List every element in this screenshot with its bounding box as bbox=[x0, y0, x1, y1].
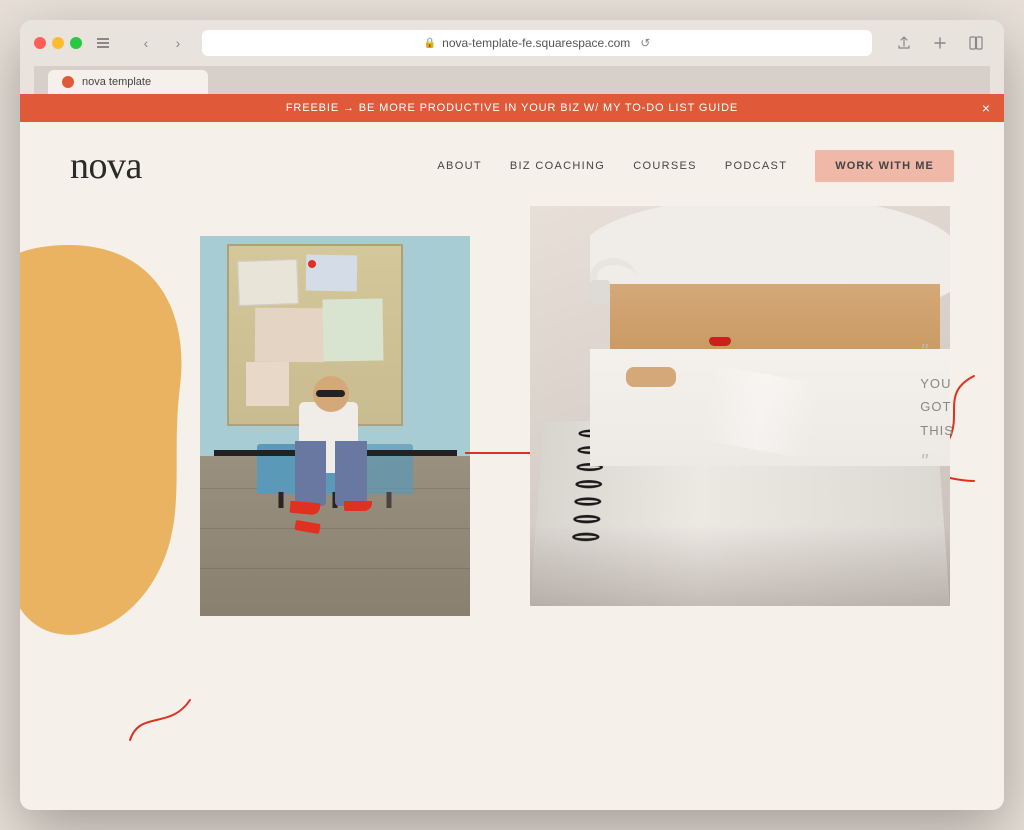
paper-3 bbox=[254, 308, 323, 362]
bottom-shadow bbox=[530, 526, 950, 606]
reload-icon[interactable]: ↺ bbox=[640, 36, 650, 50]
close-traffic-light[interactable] bbox=[34, 37, 46, 49]
site-logo[interactable]: nova bbox=[70, 144, 142, 188]
map-pin bbox=[308, 260, 316, 268]
nav-arrows: ‹ › bbox=[132, 32, 192, 54]
floor-line-2 bbox=[200, 528, 470, 529]
browser-controls: ‹ › 🔒 nova-template-fe.squarespace.com ↺ bbox=[34, 30, 990, 56]
site-content: FREEBIE → BE MORE PRODUCTIVE IN YOUR BIZ… bbox=[20, 94, 1004, 810]
hero-section: " YOU GOT THIS " bbox=[20, 206, 1004, 810]
right-shoe bbox=[344, 501, 372, 511]
red-squiggle-left-decoration bbox=[120, 690, 200, 750]
paper-4 bbox=[323, 299, 384, 362]
work-with-me-button[interactable]: WORK WITH ME bbox=[815, 150, 954, 182]
tab-label: nova template bbox=[82, 76, 151, 88]
banner-close-button[interactable]: × bbox=[982, 101, 990, 115]
headphone-left bbox=[590, 258, 646, 304]
red-connector-line bbox=[465, 452, 540, 454]
person-sitting bbox=[290, 376, 380, 506]
paper-5 bbox=[246, 362, 289, 407]
url-text: nova-template-fe.squarespace.com bbox=[442, 36, 630, 50]
left-shoe bbox=[289, 501, 320, 516]
right-leg bbox=[335, 441, 367, 506]
sunglasses bbox=[316, 390, 345, 397]
quote-open-mark: " bbox=[920, 336, 954, 368]
nav-about[interactable]: ABOUT bbox=[437, 160, 482, 172]
chair-leg-1 bbox=[279, 492, 284, 508]
orange-blob-decoration bbox=[20, 226, 190, 646]
split-view-button[interactable] bbox=[962, 32, 990, 54]
minimize-traffic-light[interactable] bbox=[52, 37, 64, 49]
quote-line-1: YOU bbox=[920, 372, 954, 395]
chair-leg-3 bbox=[387, 492, 392, 508]
quote-close-mark: " bbox=[920, 446, 954, 478]
headphone-ear-cup bbox=[590, 280, 610, 304]
fabric-highlight bbox=[698, 365, 823, 460]
left-leg bbox=[295, 441, 327, 506]
coil-5 bbox=[574, 497, 601, 505]
coil-6 bbox=[573, 515, 601, 523]
floor-line-3 bbox=[200, 568, 470, 569]
window-toggle-button[interactable] bbox=[92, 32, 114, 54]
quote-line-3: THIS bbox=[920, 419, 954, 442]
woman-white-area bbox=[590, 206, 950, 466]
hands-area bbox=[626, 367, 686, 397]
new-tab-button[interactable] bbox=[926, 32, 954, 54]
hand bbox=[626, 367, 676, 387]
paper-1 bbox=[237, 259, 299, 306]
coil-4 bbox=[575, 480, 602, 488]
person-head bbox=[313, 376, 349, 412]
browser-window: ‹ › 🔒 nova-template-fe.squarespace.com ↺ bbox=[20, 20, 1004, 810]
red-lips bbox=[709, 337, 731, 346]
browser-chrome: ‹ › 🔒 nova-template-fe.squarespace.com ↺ bbox=[20, 20, 1004, 94]
quote-section: " YOU GOT THIS " bbox=[920, 336, 954, 478]
tab-favicon bbox=[62, 76, 74, 88]
quote-line-2: GOT bbox=[920, 395, 954, 418]
lock-icon: 🔒 bbox=[424, 38, 436, 49]
back-button[interactable]: ‹ bbox=[132, 32, 160, 54]
tab-bar: nova template bbox=[34, 66, 990, 94]
announcement-banner: FREEBIE → BE MORE PRODUCTIVE IN YOUR BIZ… bbox=[20, 94, 1004, 122]
browser-actions bbox=[890, 32, 990, 54]
maximize-traffic-light[interactable] bbox=[70, 37, 82, 49]
navigation: nova ABOUT BIZ COACHING COURSES PODCAST … bbox=[20, 122, 1004, 206]
banner-text: FREEBIE → BE MORE PRODUCTIVE IN YOUR BIZ… bbox=[286, 102, 738, 114]
hero-image-right bbox=[530, 206, 950, 606]
forward-button[interactable]: › bbox=[164, 32, 192, 54]
nav-podcast[interactable]: PODCAST bbox=[725, 160, 787, 172]
address-bar[interactable]: 🔒 nova-template-fe.squarespace.com ↺ bbox=[202, 30, 872, 56]
active-tab[interactable]: nova template bbox=[48, 70, 208, 94]
share-button[interactable] bbox=[890, 32, 918, 54]
nav-biz-coaching[interactable]: BIZ COACHING bbox=[510, 160, 605, 172]
hero-image-left bbox=[200, 236, 470, 616]
traffic-lights bbox=[34, 37, 82, 49]
quote-text: YOU GOT THIS bbox=[920, 372, 954, 442]
nav-courses[interactable]: COURSES bbox=[633, 160, 697, 172]
nav-links: ABOUT BIZ COACHING COURSES PODCAST WORK … bbox=[437, 150, 954, 182]
